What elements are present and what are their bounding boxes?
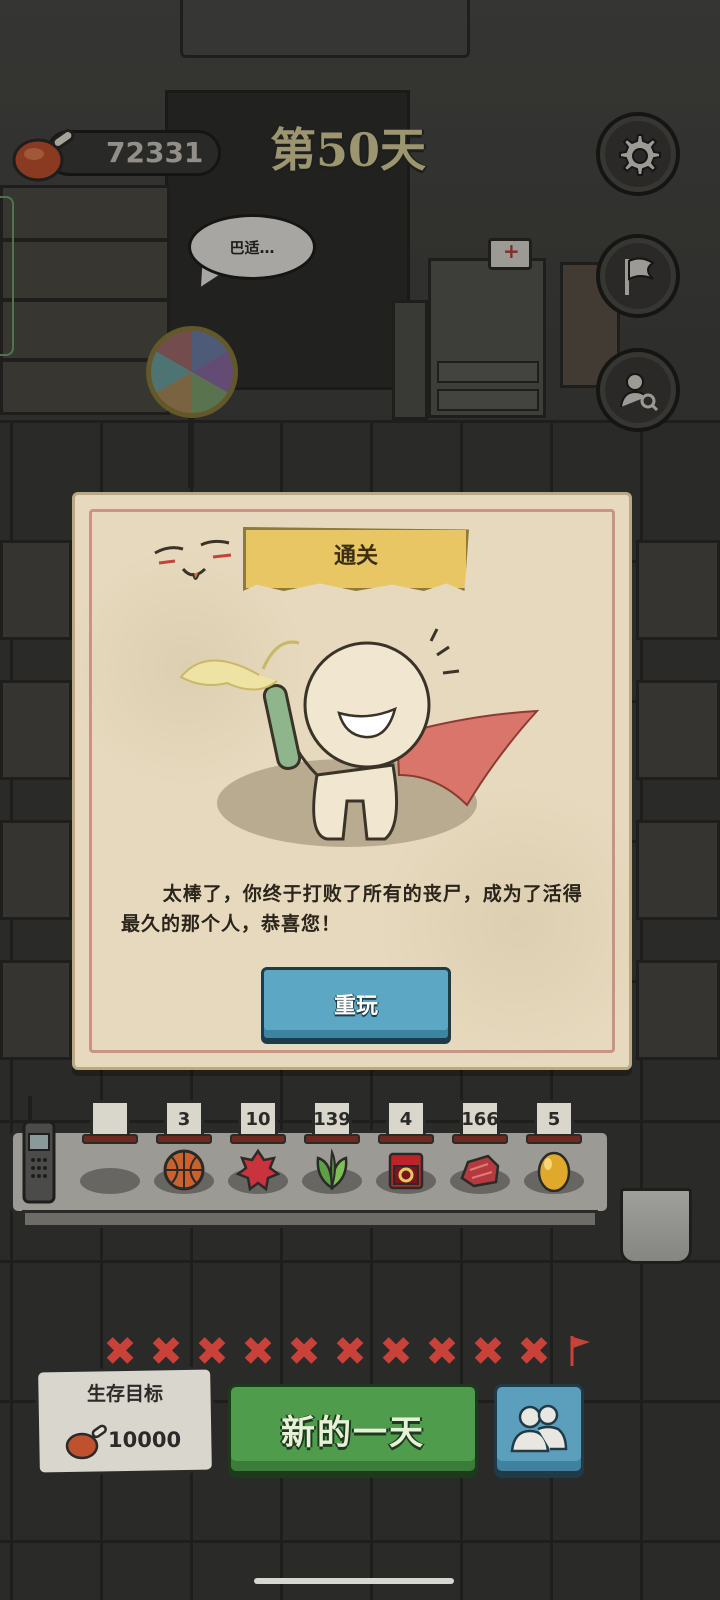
completed-day-cross: ✖ (333, 1329, 367, 1375)
completed-day-cross: ✖ (425, 1329, 459, 1375)
basketball-icon (163, 1149, 205, 1191)
meat-leg-icon (65, 1424, 107, 1460)
dragon-fruit-icon (236, 1148, 280, 1192)
inventory-tag-base (230, 1134, 286, 1144)
day-progress-row: ✖ ✖ ✖ ✖ ✖ ✖ ✖ ✖ ✖ ✖ (100, 1332, 600, 1372)
inventory-count: 4 (386, 1100, 426, 1138)
inventory-tag-base (452, 1134, 508, 1144)
victory-dialog: 通关 太棒了，你终于打败了所有的丧尸，成为了活得最久的那个人，恭喜您！ 重玩 (72, 492, 632, 1070)
inventory-count (90, 1100, 130, 1138)
inventory-count: 139 (312, 1100, 352, 1138)
survival-goal-title: 生存目标 (86, 1383, 163, 1405)
inventory-tag-base (156, 1134, 212, 1144)
inventory-count: 3 (164, 1100, 204, 1138)
inventory-count: 166 (460, 1100, 500, 1138)
inventory-tag-base (304, 1134, 360, 1144)
survivors-button[interactable] (494, 1384, 584, 1474)
home-indicator[interactable] (254, 1578, 454, 1584)
completed-day-cross: ✖ (517, 1329, 551, 1375)
smug-face-doodle-icon (154, 539, 232, 580)
inventory-table-edge (22, 1210, 598, 1228)
new-day-label: 新的一天 (281, 1412, 425, 1453)
inventory-slot[interactable]: 139 (302, 1100, 362, 1200)
inventory-count: 10 (238, 1100, 278, 1138)
victory-message: 太棒了，你终于打败了所有的丧尸，成为了活得最久的那个人，恭喜您！ (121, 883, 583, 935)
inventory-slot[interactable]: 5 (524, 1100, 584, 1200)
replay-label: 重玩 (333, 994, 378, 1019)
inventory-tag-base (526, 1134, 582, 1144)
ring-box-icon (388, 1152, 424, 1190)
completed-day-cross: ✖ (241, 1329, 275, 1375)
herb-leaf-icon (316, 1148, 348, 1191)
completed-day-cross: ✖ (287, 1329, 321, 1375)
completed-day-cross: ✖ (149, 1329, 183, 1375)
dialog-title: 通关 (333, 544, 378, 569)
inventory-tag-base (82, 1134, 138, 1144)
new-day-button[interactable]: 新的一天 (228, 1384, 478, 1474)
completed-day-cross: ✖ (103, 1329, 137, 1375)
inventory-count: 5 (534, 1100, 574, 1138)
people-icon (510, 1404, 568, 1453)
inventory-tag-base (378, 1134, 434, 1144)
inventory-slot[interactable]: 3 (154, 1100, 214, 1200)
empty-slot-icon (80, 1168, 140, 1194)
inventory-slot[interactable]: 4 (376, 1100, 436, 1200)
celebrating-character-illustration (179, 628, 540, 847)
inventory-slot[interactable] (80, 1100, 140, 1200)
completed-day-cross: ✖ (379, 1329, 413, 1375)
raw-meat-icon (460, 1154, 500, 1188)
inventory-slot[interactable]: 10 (228, 1100, 288, 1200)
walkie-talkie-icon[interactable] (20, 1094, 58, 1204)
replay-button[interactable]: 重玩 (261, 967, 451, 1041)
goal-flag-icon (570, 1336, 590, 1366)
completed-day-cross: ✖ (471, 1329, 505, 1375)
golden-egg-icon (537, 1151, 571, 1192)
inventory-slot[interactable]: 166 (450, 1100, 510, 1200)
survival-goal-value: 10000 (108, 1428, 182, 1452)
